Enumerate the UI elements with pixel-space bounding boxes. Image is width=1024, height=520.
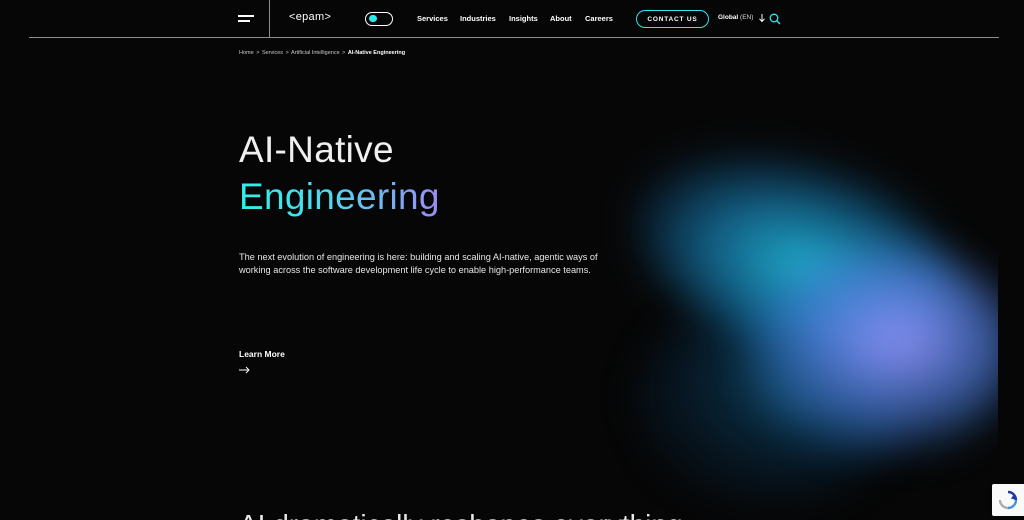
global-language-selector[interactable]: Global (EN) [718, 14, 753, 21]
breadcrumb-artificial-intelligence[interactable]: Artificial Intelligence [291, 50, 340, 56]
hero-description: The next evolution of engineering is her… [239, 252, 598, 275]
breadcrumb: Home > Services > Artificial Intelligenc… [239, 50, 405, 56]
nav-item-careers[interactable]: Careers [585, 14, 613, 23]
breadcrumb-separator: > [256, 50, 260, 56]
nav-item-about[interactable]: About [550, 14, 572, 23]
nav-item-services[interactable]: Services [417, 14, 448, 23]
page: <epam> Services Industries Insights Abou… [0, 0, 1024, 520]
theme-toggle-icon[interactable] [365, 12, 393, 26]
next-section-heading: AI dramatically reshapes everything [239, 510, 683, 520]
site-header: <epam> Services Industries Insights Abou… [0, 0, 1024, 38]
hamburger-menu-icon[interactable] [238, 13, 254, 23]
breadcrumb-current: AI-Native Engineering [347, 50, 406, 56]
header-bottom-line [29, 37, 999, 38]
hero-title-line-1: AI-Native [239, 129, 394, 170]
arrow-right-icon[interactable] [239, 366, 250, 374]
recaptcha-icon[interactable] [992, 484, 1024, 516]
learn-more-link[interactable]: Learn More [239, 349, 285, 359]
breadcrumb-services[interactable]: Services [262, 50, 283, 56]
breadcrumb-home[interactable]: Home [239, 50, 254, 56]
breadcrumb-separator: > [285, 50, 289, 56]
hero-title-line-2: Engineering [239, 176, 440, 217]
epam-logo[interactable]: <epam> [289, 11, 331, 23]
header-divider [269, 0, 270, 38]
hero-gradient-glow [600, 120, 998, 520]
global-label: Global [718, 14, 739, 21]
nav-item-industries[interactable]: Industries [460, 14, 496, 23]
search-icon[interactable] [769, 13, 781, 25]
language-label: (EN) [740, 14, 754, 21]
arrow-down-icon[interactable] [758, 13, 766, 23]
contact-us-button[interactable]: CONTACT US [636, 10, 709, 28]
nav-item-insights[interactable]: Insights [509, 14, 538, 23]
breadcrumb-separator: > [342, 50, 346, 56]
